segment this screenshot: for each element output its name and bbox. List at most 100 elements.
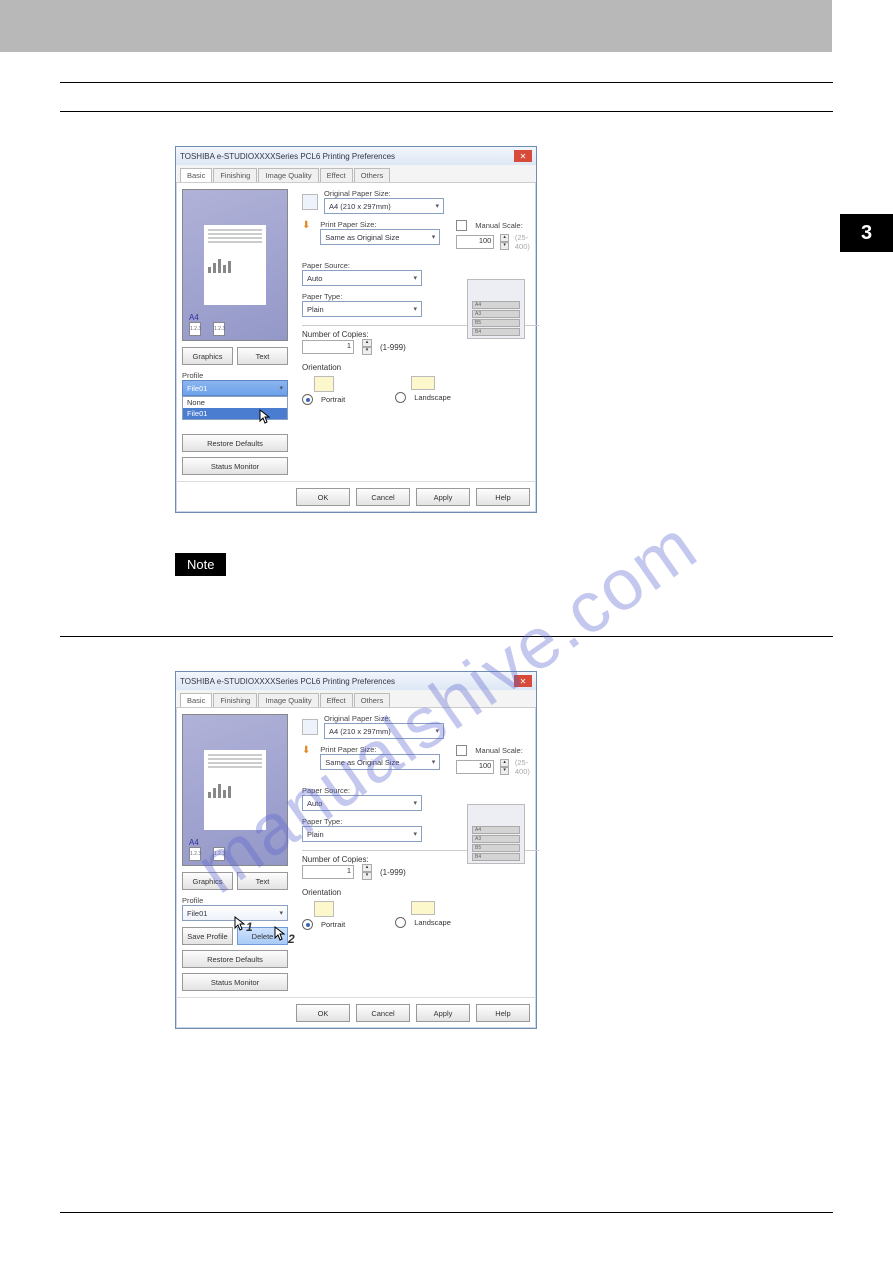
sheet-seq-icon: 1.2.3 [189,322,201,336]
scale-input[interactable]: 100 [456,235,494,249]
tab-finishing[interactable]: Finishing [213,693,257,707]
paper-size-icon [302,194,318,210]
portrait-label: Portrait [321,395,345,404]
print-paper-size-value: Same as Original Size [325,758,399,767]
chevron-down-icon: ▾ [279,384,283,392]
preview-pane: A4 1.2.3 1.2.3 [182,714,288,866]
profile-label: Profile [182,896,288,905]
help-button[interactable]: Help [476,1004,530,1022]
page-preview-icon [204,225,266,305]
manual-scale-checkbox[interactable] [456,745,467,756]
cancel-button[interactable]: Cancel [356,1004,410,1022]
restore-defaults-button[interactable]: Restore Defaults [182,950,288,968]
portrait-radio[interactable] [302,394,313,405]
scale-spinner[interactable]: ▴▾ [500,759,509,775]
original-paper-size-select[interactable]: A4 (210 x 297mm) ▾ [324,723,444,739]
chevron-down-icon: ▾ [279,909,283,917]
header-gray-bar [0,0,832,52]
paper-source-label: Paper Source: [302,786,539,795]
tab-image-quality[interactable]: Image Quality [258,168,318,182]
text-button[interactable]: Text [237,347,288,365]
paper-type-select[interactable]: Plain▾ [302,301,422,317]
text-button[interactable]: Text [237,872,288,890]
page-preview-icon [204,750,266,830]
tab-effect[interactable]: Effect [320,693,353,707]
chevron-down-icon: ▾ [432,233,436,241]
chevron-down-icon: ▾ [435,727,439,735]
chevron-down-icon: ▾ [413,274,417,282]
portrait-radio[interactable] [302,919,313,930]
landscape-radio[interactable] [395,917,406,928]
profile-label: Profile [182,371,288,380]
copies-input[interactable]: 1 [302,865,354,879]
tray-label: A4 [472,301,520,309]
tray-label: B5 [472,319,520,327]
close-icon[interactable]: ✕ [514,675,532,687]
tab-basic[interactable]: Basic [180,693,212,707]
manual-scale-checkbox[interactable] [456,220,467,231]
scale-spinner[interactable]: ▴▾ [500,234,509,250]
print-paper-size-label: Print Paper Size: [320,745,440,754]
delete-button[interactable]: Delete [237,927,288,945]
tab-image-quality[interactable]: Image Quality [258,693,318,707]
paper-type-select[interactable]: Plain▾ [302,826,422,842]
profile-option-none[interactable]: None [183,397,287,408]
original-paper-size-select[interactable]: A4 (210 x 297mm)▾ [324,198,444,214]
paper-source-select[interactable]: Auto ▾ [302,795,422,811]
profile-combo-value: File01 [187,384,207,393]
scale-input[interactable]: 100 [456,760,494,774]
ok-button[interactable]: OK [296,1004,350,1022]
note-label: Note [175,553,226,576]
tab-effect[interactable]: Effect [320,168,353,182]
profile-option-file01[interactable]: File01 [183,408,287,419]
rule-bottom [60,1212,833,1213]
copies-spinner[interactable]: ▴▾ [362,339,372,355]
close-icon[interactable]: ✕ [514,150,532,162]
chevron-down-icon: ▾ [432,758,436,766]
arrow-down-icon: ⬇ [302,220,314,234]
help-button[interactable]: Help [476,488,530,506]
scale-range: (25-400) [515,233,539,251]
graphics-button[interactable]: Graphics [182,347,233,365]
print-paper-size-select[interactable]: Same as Original Size▾ [320,229,440,245]
chevron-down-icon: ▾ [413,799,417,807]
tab-basic[interactable]: Basic [180,168,212,182]
dialog-titlebar[interactable]: TOSHIBA e-STUDIOXXXXSeries PCL6 Printing… [176,147,536,165]
orientation-label: Orientation [302,888,539,897]
tabstrip: Basic Finishing Image Quality Effect Oth… [176,165,536,183]
restore-defaults-button[interactable]: Restore Defaults [182,434,288,452]
cancel-button[interactable]: Cancel [356,488,410,506]
preview-pane: A4 1.2.3 1.2.3 [182,189,288,341]
paper-source-value: Auto [307,799,322,808]
sheet-seq-icon: 1.2.3 [189,847,201,861]
status-monitor-button[interactable]: Status Monitor [182,457,288,475]
preferences-dialog-1: TOSHIBA e-STUDIOXXXXSeries PCL6 Printing… [175,146,537,513]
original-paper-size-value: A4 (210 x 297mm) [329,727,391,736]
landscape-icon [411,376,435,390]
copies-range: (1-999) [380,868,406,877]
graphics-button[interactable]: Graphics [182,872,233,890]
print-paper-size-select[interactable]: Same as Original Size ▾ [320,754,440,770]
dialog-titlebar[interactable]: TOSHIBA e-STUDIOXXXXSeries PCL6 Printing… [176,672,536,690]
profile-combo[interactable]: File01 ▾ [182,380,288,396]
apply-button[interactable]: Apply [416,488,470,506]
save-profile-button[interactable]: Save Profile [182,927,233,945]
tab-others[interactable]: Others [354,168,391,182]
profile-dropdown[interactable]: None File01 [182,396,288,420]
ok-button[interactable]: OK [296,488,350,506]
landscape-label: Landscape [414,918,451,927]
profile-combo[interactable]: File01 ▾ [182,905,288,921]
rule-mid [60,636,833,637]
paper-source-select[interactable]: Auto▾ [302,270,422,286]
landscape-radio[interactable] [395,392,406,403]
copies-spinner[interactable]: ▴▾ [362,864,372,880]
copies-input[interactable]: 1 [302,340,354,354]
status-monitor-button[interactable]: Status Monitor [182,973,288,991]
tab-others[interactable]: Others [354,693,391,707]
tray-label: A3 [472,310,520,318]
original-paper-size-label: Original Paper Size: [324,714,444,723]
tray-label: B4 [472,328,520,336]
apply-button[interactable]: Apply [416,1004,470,1022]
print-paper-size-label: Print Paper Size: [320,220,440,229]
tab-finishing[interactable]: Finishing [213,168,257,182]
